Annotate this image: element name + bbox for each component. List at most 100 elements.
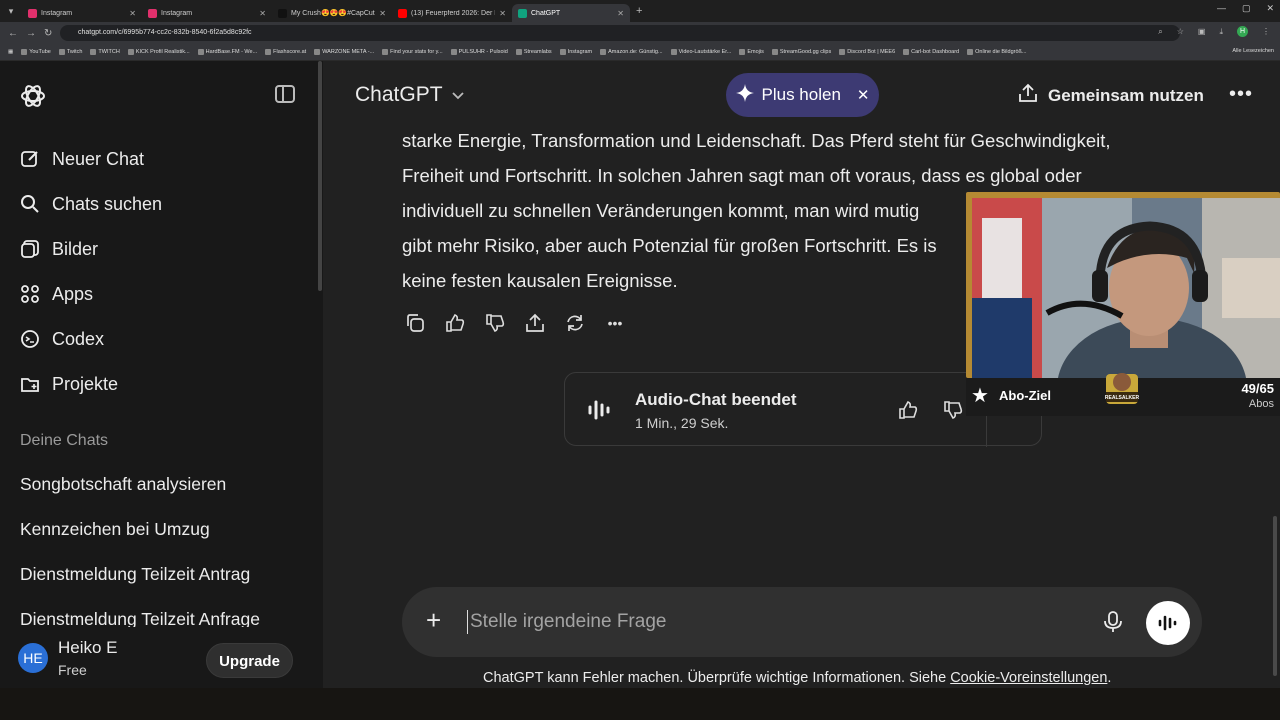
tab-close-icon[interactable]: ✕ <box>617 9 624 18</box>
bookmark-item[interactable]: StreamGood.gg clips <box>771 49 831 55</box>
sidebar-scrollbar[interactable] <box>318 61 322 291</box>
bookmark-favicon-icon <box>839 49 846 55</box>
browser-tab[interactable]: My Crush😍😍😍#CapCut #l ✕ <box>272 4 392 22</box>
forward-icon[interactable]: → <box>26 28 36 39</box>
streamer-badge-icon: REALSALKER <box>1105 373 1139 404</box>
user-name: Heiko E <box>58 638 118 657</box>
tab-favicon-icon <box>278 8 287 18</box>
download-icon[interactable]: ⤓ <box>1219 27 1223 37</box>
new-tab-button[interactable]: + <box>636 5 642 17</box>
get-plus-button[interactable]: Plus holen ✕ <box>726 73 879 117</box>
all-bookmarks[interactable]: Alle Lesezeichen <box>1232 48 1274 54</box>
bookmark-favicon-icon <box>265 49 272 55</box>
chevron-down-icon <box>451 83 465 107</box>
model-selector[interactable]: ChatGPT <box>355 83 465 107</box>
maximize-icon[interactable]: ▢ <box>1242 3 1251 14</box>
bookmark-label: Video-Lautstärke Er... <box>678 49 732 55</box>
thumbs-up-icon[interactable] <box>445 313 465 333</box>
add-attachment-button[interactable]: + <box>426 607 441 633</box>
regenerate-icon[interactable] <box>565 313 585 333</box>
bookmark-star-icon[interactable]: ☆ <box>1177 27 1184 36</box>
thumbs-down-icon[interactable] <box>485 313 505 333</box>
sparkle-icon <box>735 83 754 107</box>
bookmark-item[interactable]: YouTube <box>21 49 51 55</box>
tab-close-icon[interactable]: ✕ <box>499 9 506 18</box>
browser-tab[interactable]: Instagram ✕ <box>142 4 272 22</box>
star-icon: ★ <box>971 385 989 407</box>
bookmark-label: Twitch <box>66 49 83 55</box>
bookmark-item[interactable]: PULSUHR - Pulsoid <box>450 49 508 55</box>
tab-title: ChatGPT <box>531 9 561 17</box>
browser-tab[interactable]: (13) Feuerpferd 2026: Der Mon ✕ <box>392 4 512 22</box>
main-scrollbar[interactable] <box>1273 516 1277 676</box>
tab-close-icon[interactable]: ✕ <box>129 9 136 18</box>
screen-bottom-strip <box>0 688 1280 720</box>
chat-item[interactable]: Kennzeichen bei Umzug <box>20 519 210 540</box>
tab-search-icon[interactable]: ▾ <box>0 0 22 22</box>
bookmark-item[interactable]: TWITCH <box>90 49 120 55</box>
share-message-icon[interactable] <box>525 313 545 333</box>
images-button[interactable]: Bilder <box>20 234 98 264</box>
search-chats-button[interactable]: Chats suchen <box>20 189 162 219</box>
prompt-input[interactable] <box>467 610 1072 634</box>
browser-menu-icon[interactable]: ⋮ <box>1262 27 1270 36</box>
url-field[interactable]: chatgpt.com/c/6995b774-cc2c-832b-8540-6f… <box>60 25 1180 41</box>
minimize-icon[interactable]: — <box>1217 3 1226 14</box>
tab-favicon-icon <box>28 8 37 18</box>
bookmark-item[interactable]: Video-Lautstärke Er... <box>670 49 732 55</box>
apps-button[interactable]: Apps <box>20 279 93 309</box>
bookmark-item[interactable]: Instagram <box>559 49 592 55</box>
profile-avatar[interactable]: H <box>1237 26 1248 37</box>
thumbs-up-icon[interactable] <box>898 400 918 425</box>
share-button[interactable]: Gemeinsam nutzen <box>1018 83 1204 108</box>
bookmark-label: Carl-bot Dashboard <box>911 49 960 55</box>
zoom-icon[interactable]: ⌕ <box>1158 27 1162 37</box>
bookmark-item[interactable]: Amazon.de: Günstig... <box>600 49 663 55</box>
chat-item[interactable]: Songbotschaft analysieren <box>20 474 226 495</box>
avatar[interactable]: HE <box>18 643 48 673</box>
extensions-icon[interactable]: ▣ <box>1198 27 1206 36</box>
nav-label: Apps <box>52 283 94 304</box>
chat-item[interactable]: Dienstmeldung Teilzeit Antrag <box>20 564 250 585</box>
voice-mode-button[interactable] <box>1146 601 1190 645</box>
close-icon[interactable]: ✕ <box>857 86 870 104</box>
bookmark-favicon-icon <box>127 49 134 55</box>
message-line: Freiheit und Fortschritt. In solchen Jah… <box>402 165 1082 186</box>
sidebar-toggle-icon[interactable] <box>275 85 295 103</box>
disclaimer: ChatGPT kann Fehler machen. Überprüfe wi… <box>483 670 1111 686</box>
bookmark-item[interactable]: KICK Profil Realistik... <box>127 49 190 55</box>
bookmark-item[interactable]: Online die Bildgröß... <box>967 49 1026 55</box>
tab-close-icon[interactable]: ✕ <box>379 9 386 18</box>
bookmark-item[interactable]: WARZONE META -... <box>314 49 374 55</box>
upgrade-button[interactable]: Upgrade <box>206 643 293 678</box>
bookmark-item[interactable]: Streamlabs <box>515 49 552 55</box>
bookmark-favicon-icon <box>21 49 28 55</box>
bookmark-item[interactable]: Twitch <box>58 49 83 55</box>
cookie-settings-link[interactable]: Cookie-Voreinstellungen <box>950 670 1107 686</box>
reload-icon[interactable]: ↻ <box>44 28 52 39</box>
close-window-icon[interactable]: ✕ <box>1266 3 1274 14</box>
bookmark-item[interactable]: Find your stats for y... <box>382 49 443 55</box>
back-icon[interactable]: ← <box>8 28 18 39</box>
voice-waveform-icon <box>1158 615 1177 631</box>
bookmark-item[interactable]: HardBase.FM - We... <box>197 49 257 55</box>
bookmark-item[interactable]: Emojis <box>739 49 764 55</box>
projects-button[interactable]: Projekte <box>20 369 118 399</box>
more-icon[interactable]: ••• <box>605 313 625 333</box>
bookmark-item[interactable]: Flashscore.at <box>265 49 306 55</box>
tab-close-icon[interactable]: ✕ <box>259 9 266 18</box>
bookmark-item[interactable]: Carl-bot Dashboard <box>903 49 959 55</box>
browser-tab[interactable]: ChatGPT ✕ <box>512 4 630 22</box>
nav-label: Neuer Chat <box>52 148 145 169</box>
new-chat-button[interactable]: Neuer Chat <box>20 144 144 174</box>
browser-tab[interactable]: Instagram ✕ <box>22 4 142 22</box>
microphone-icon[interactable] <box>1103 610 1123 639</box>
codex-button[interactable]: Codex <box>20 324 104 354</box>
copy-icon[interactable] <box>405 313 425 333</box>
user-menu[interactable]: HE Heiko E Free Upgrade <box>0 627 323 688</box>
bookmark-item[interactable]: Discord Bot | MEE6 <box>839 49 895 55</box>
thumbs-down-icon[interactable] <box>943 400 963 425</box>
openai-logo-icon[interactable] <box>20 83 46 109</box>
more-options-icon[interactable]: ••• <box>1229 83 1253 106</box>
tab-favicon-icon <box>518 8 527 18</box>
